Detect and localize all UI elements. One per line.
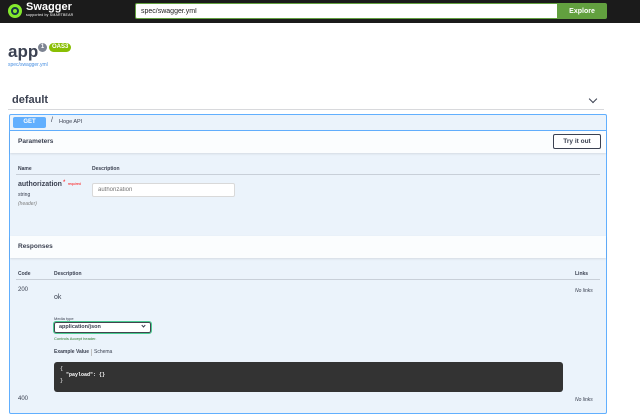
opblock-summary[interactable]: GET / Hoge API bbox=[10, 115, 606, 131]
divider bbox=[16, 279, 600, 280]
resp-col-links: Links bbox=[575, 271, 589, 277]
topbar: Swagger supported by SMARTBEAR Explore bbox=[0, 0, 640, 23]
media-type-label: Media type bbox=[54, 316, 74, 321]
tab-example-value[interactable]: Example Value bbox=[54, 349, 89, 355]
response-code: 200 bbox=[18, 287, 29, 293]
accept-note: Controls Accept header. bbox=[54, 336, 97, 341]
example-code-block: { "payload": {}} bbox=[54, 362, 563, 392]
media-type-select[interactable]: application/json bbox=[53, 321, 152, 334]
response-links: No links bbox=[575, 397, 593, 403]
chevron-down-icon[interactable] bbox=[588, 94, 598, 104]
version-badge: 1 bbox=[38, 43, 47, 52]
resp-col-code: Code bbox=[18, 271, 31, 277]
logo-title: Swagger bbox=[26, 1, 72, 13]
operation-summary: Hoge API bbox=[59, 119, 83, 125]
oas-badge: OAS3 bbox=[49, 43, 72, 52]
code-line: } bbox=[60, 378, 64, 384]
logo-subtitle: supported by SMARTBEAR bbox=[26, 13, 74, 17]
required-star: * bbox=[63, 180, 66, 186]
parameters-title: Parameters bbox=[18, 138, 54, 145]
param-type: string bbox=[18, 192, 31, 198]
param-col-description: Description bbox=[92, 166, 120, 172]
param-col-name: Name bbox=[18, 166, 32, 172]
param-location: (header) bbox=[18, 201, 37, 207]
response-description: ok bbox=[54, 294, 62, 301]
explore-button[interactable]: Explore bbox=[557, 3, 607, 19]
responses-title: Responses bbox=[18, 243, 53, 250]
opblock-get: GET / Hoge API Parameters Try it out Nam… bbox=[9, 114, 607, 414]
chevron-down-icon bbox=[141, 323, 146, 328]
spec-link[interactable]: spec/swagger.yml bbox=[8, 62, 48, 68]
spec-url-input[interactable] bbox=[135, 3, 558, 19]
param-name: authorization bbox=[18, 181, 62, 188]
responses-header: Responses bbox=[10, 236, 606, 258]
tab-schema[interactable]: Schema bbox=[94, 349, 112, 355]
media-type-value: application/json bbox=[59, 324, 101, 330]
response-code: 400 bbox=[18, 396, 29, 402]
api-title: app bbox=[8, 42, 39, 61]
required-label: required bbox=[68, 182, 81, 186]
tag-title: default bbox=[12, 94, 49, 106]
authorization-input[interactable] bbox=[92, 183, 235, 197]
swagger-logo[interactable]: Swagger supported by SMARTBEAR bbox=[8, 2, 73, 18]
tag-header-default[interactable]: default bbox=[8, 92, 604, 110]
operation-path: / bbox=[51, 117, 53, 124]
tab-divider bbox=[91, 349, 92, 356]
parameters-header: Parameters bbox=[10, 131, 606, 153]
divider bbox=[16, 174, 600, 175]
try-it-out-button[interactable]: Try it out bbox=[553, 134, 601, 149]
method-badge: GET bbox=[13, 117, 46, 128]
resp-col-description: Description bbox=[54, 271, 82, 277]
response-links: No links bbox=[575, 288, 593, 294]
swagger-logo-icon bbox=[8, 4, 22, 18]
